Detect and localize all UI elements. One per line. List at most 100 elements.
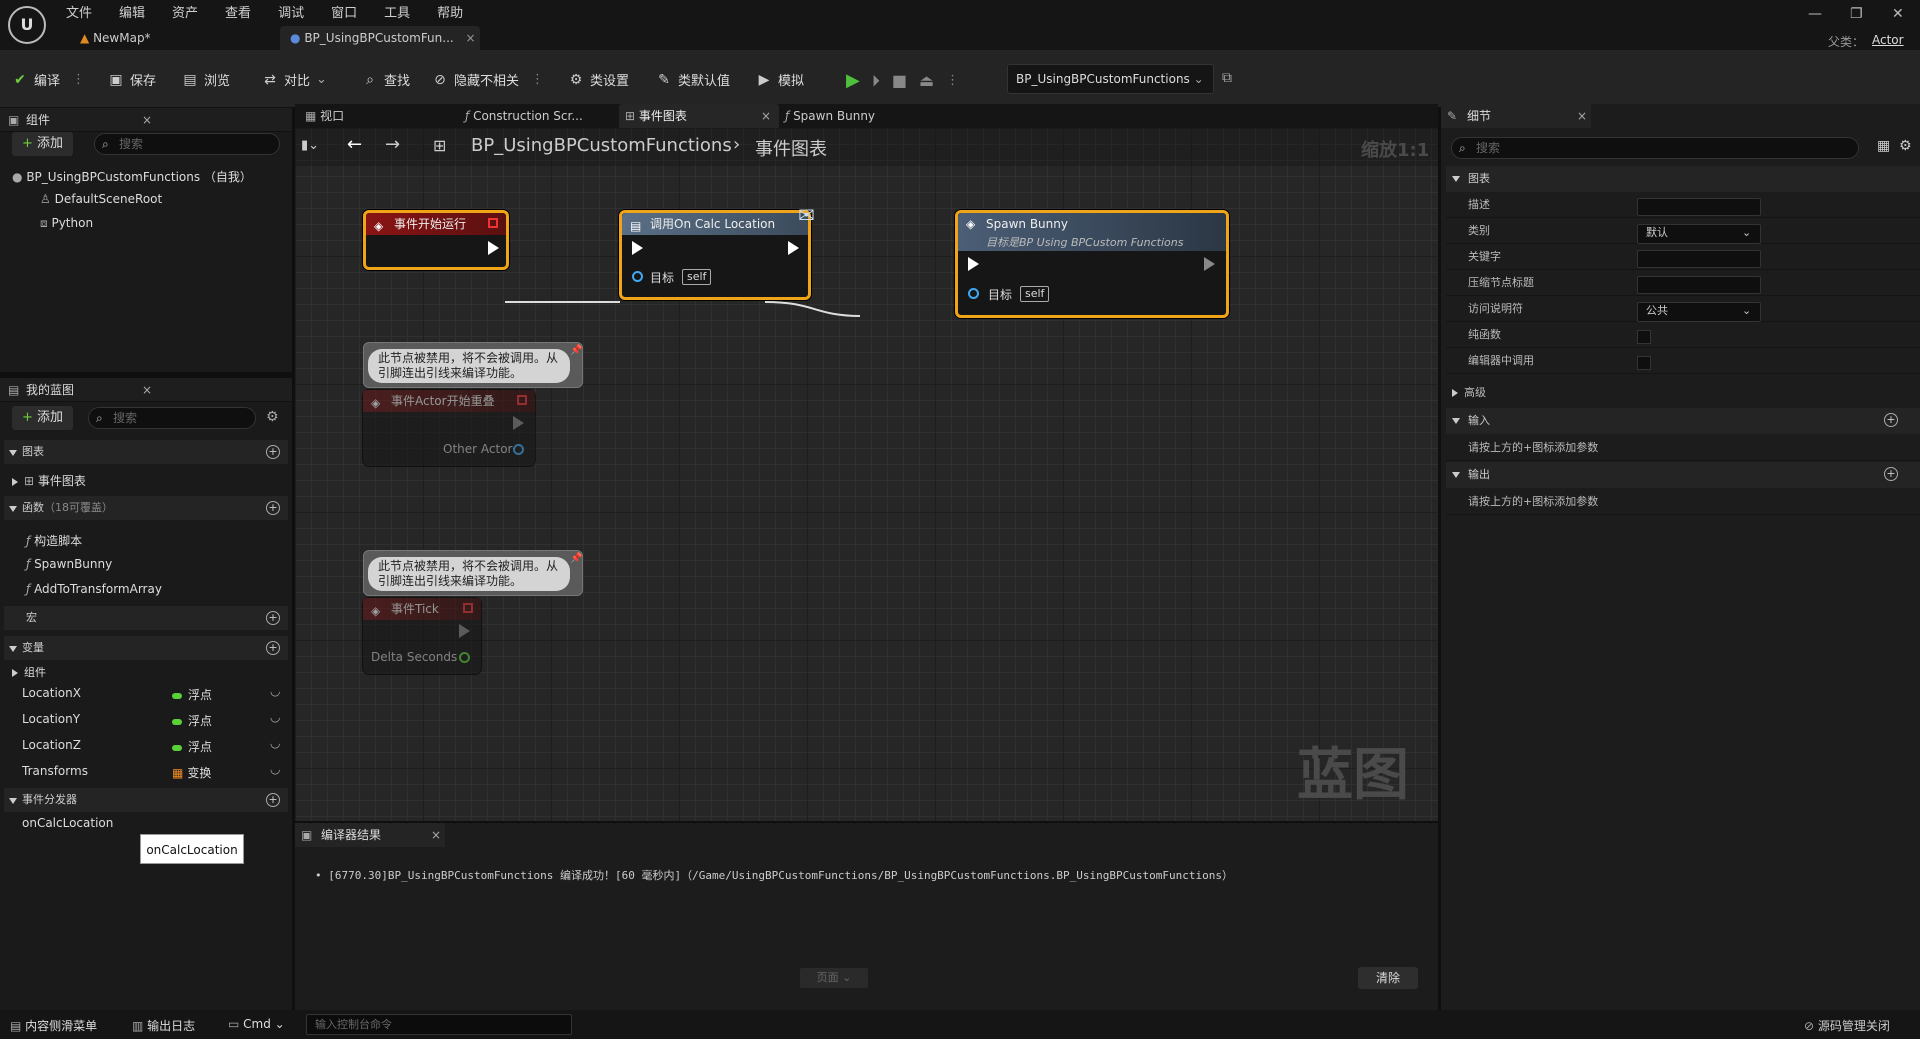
compact-title-input[interactable] xyxy=(1637,276,1761,294)
close-icon[interactable]: × xyxy=(761,104,771,128)
self-value[interactable]: self xyxy=(1020,286,1050,302)
stop-icon[interactable]: ■ xyxy=(892,71,907,90)
details-section-advanced[interactable]: 高级 xyxy=(1446,380,1920,406)
settings-gear-icon[interactable]: ⚙ xyxy=(1899,138,1912,154)
category-select[interactable]: 默认 ⌄ xyxy=(1637,224,1761,244)
details-search-input[interactable]: ⌕ 搜索 xyxy=(1451,137,1859,159)
node-spawn-bunny[interactable]: ◈ Spawn Bunny 目标是BP Using BPCustom Functio… xyxy=(955,210,1229,318)
pin-icon[interactable]: 📌 xyxy=(570,553,582,564)
menu-file[interactable]: 文件 xyxy=(66,2,92,21)
menu-help[interactable]: 帮助 xyxy=(437,2,463,21)
diff-button[interactable]: ⇄ 对比 ⌄ xyxy=(262,70,327,90)
debug-object-select[interactable]: BP_UsingBPCustomFunctions ⌄ xyxy=(1007,64,1214,94)
unreal-logo-icon[interactable]: U xyxy=(8,6,46,44)
restore-icon[interactable]: ❐ xyxy=(1850,6,1863,22)
more-icon[interactable]: ⋮ xyxy=(72,72,85,87)
eject-icon[interactable]: ⏏ xyxy=(919,71,934,90)
variable-type[interactable]: ▦ 变换 xyxy=(172,764,211,781)
section-graphs[interactable]: 图表 + xyxy=(4,440,288,464)
more-icon[interactable]: ⋮ xyxy=(531,72,544,87)
close-icon[interactable]: × xyxy=(1577,104,1587,128)
settings-gear-icon[interactable]: ⚙ xyxy=(266,409,279,425)
cmd-dropdown[interactable]: ▭ Cmd ⌄ xyxy=(228,1017,285,1031)
graph-item-event-graph[interactable]: ⊞ 事件图表 xyxy=(12,472,86,489)
menu-window[interactable]: 窗口 xyxy=(331,2,357,21)
variable-type[interactable]: 浮点 xyxy=(172,738,212,755)
function-item[interactable]: ƒ 构造脚本 xyxy=(26,532,82,549)
variable-type[interactable]: 浮点 xyxy=(172,712,212,729)
add-macro-icon[interactable]: + xyxy=(266,611,280,625)
node-event-begin-play[interactable]: ◈ 事件开始运行 xyxy=(363,210,509,270)
section-event-dispatchers[interactable]: 事件分发器 + xyxy=(4,788,288,812)
browse-button[interactable]: ▤ 浏览 xyxy=(182,70,230,90)
delta-seconds-pin[interactable] xyxy=(459,652,470,663)
exec-out-pin[interactable] xyxy=(459,624,470,638)
event-graph-canvas[interactable]: ▮⌄ ← → ⊞ BP_UsingBPCustomFunctions › 事件图… xyxy=(295,128,1438,821)
tab-viewport[interactable]: ▦ 视口 xyxy=(299,104,459,128)
clear-button[interactable]: 清除 xyxy=(1358,967,1418,989)
add-graph-icon[interactable]: + xyxy=(266,445,280,459)
close-icon[interactable]: × xyxy=(466,31,476,45)
visibility-eye-icon[interactable]: ◡ xyxy=(270,736,280,750)
hide-unrelated-button[interactable]: ⊘ 隐藏不相关 ⋮ xyxy=(432,70,544,90)
tab-spawn-bunny[interactable]: ƒ Spawn Bunny xyxy=(779,104,939,128)
add-dispatcher-icon[interactable]: + xyxy=(266,793,280,807)
page-dropdown[interactable]: 页面 ⌄ xyxy=(800,968,868,988)
details-section-graph[interactable]: 图表 xyxy=(1446,166,1920,192)
keywords-input[interactable] xyxy=(1637,250,1761,268)
target-pin[interactable] xyxy=(632,271,643,282)
save-button[interactable]: ▣ 保存 xyxy=(108,70,156,90)
my-blueprint-search-input[interactable]: ⌕ 搜索 xyxy=(88,407,256,429)
pin-icon[interactable]: 📌 xyxy=(570,345,582,356)
exec-out-pin[interactable] xyxy=(513,416,524,430)
console-command-input[interactable]: 输入控制台命令 xyxy=(306,1014,572,1035)
add-function-icon[interactable]: + xyxy=(266,501,280,515)
more-icon[interactable]: ⋮ xyxy=(946,73,959,88)
close-icon[interactable]: × xyxy=(142,378,152,402)
menu-debug[interactable]: 调试 xyxy=(278,2,304,21)
table-view-icon[interactable]: ▦ xyxy=(1877,138,1890,154)
node-event-actor-begin-overlap[interactable]: ◈ 事件Actor开始重叠 Other Actor xyxy=(363,390,535,466)
section-variables[interactable]: 变量 + xyxy=(4,636,288,660)
doc-tab-newmap[interactable]: ▲ NewMap* xyxy=(70,26,270,50)
exec-in-pin[interactable] xyxy=(632,241,643,255)
menu-tools[interactable]: 工具 xyxy=(384,2,410,21)
close-icon[interactable]: × xyxy=(142,108,152,132)
components-search-input[interactable]: ⌕ 搜索 xyxy=(94,133,280,155)
section-macros[interactable]: 宏 + xyxy=(4,606,288,630)
component-item[interactable]: ♙ DefaultSceneRoot xyxy=(40,192,162,206)
menu-asset[interactable]: 资产 xyxy=(172,2,198,21)
visibility-eye-icon[interactable]: ◡ xyxy=(270,710,280,724)
other-actor-pin[interactable] xyxy=(513,444,524,455)
add-output-icon[interactable]: + xyxy=(1884,467,1898,481)
details-section-outputs[interactable]: 输出 + xyxy=(1446,462,1920,488)
function-item[interactable]: ƒ SpawnBunny xyxy=(26,557,112,571)
add-variable-icon[interactable]: + xyxy=(266,641,280,655)
source-control-status[interactable]: ⊘ 源码管理关闭 xyxy=(1804,1017,1890,1034)
class-defaults-button[interactable]: ✎ 类默认值 xyxy=(656,70,730,90)
menu-edit[interactable]: 编辑 xyxy=(119,2,145,21)
node-call-on-calc-location[interactable]: ▤ 调用On Calc Location ✉ 目标 self xyxy=(619,203,815,300)
add-member-button[interactable]: + 添加 xyxy=(12,406,74,430)
description-input[interactable] xyxy=(1637,198,1761,216)
visibility-eye-icon[interactable]: ◡ xyxy=(270,762,280,776)
content-drawer-button[interactable]: ▤ 内容侧滑菜单 xyxy=(10,1017,97,1034)
tab-event-graph[interactable]: ⊞ 事件图表 × xyxy=(619,104,779,128)
pure-checkbox[interactable] xyxy=(1637,330,1651,344)
compiler-results-tab[interactable]: ▣ 编译器结果 × xyxy=(295,823,445,847)
access-specifier-select[interactable]: 公共 ⌄ xyxy=(1637,302,1761,322)
menu-view[interactable]: 查看 xyxy=(225,2,251,21)
add-component-button[interactable]: + 添加 xyxy=(12,132,74,156)
component-root[interactable]: ● BP_UsingBPCustomFunctions （自我） xyxy=(12,168,252,185)
close-window-icon[interactable]: ✕ xyxy=(1892,6,1904,22)
debug-filter-icon[interactable]: ⧉ xyxy=(1222,70,1232,86)
exec-out-pin[interactable] xyxy=(488,241,499,255)
exec-out-pin[interactable] xyxy=(1204,257,1215,271)
tab-construction-script[interactable]: ƒ Construction Scr... xyxy=(459,104,619,128)
parent-class-link[interactable]: Actor xyxy=(1872,33,1904,47)
minimize-icon[interactable]: — xyxy=(1808,6,1822,22)
add-input-icon[interactable]: + xyxy=(1884,413,1898,427)
doc-tab-blueprint[interactable]: ● BP_UsingBPCustomFun... × xyxy=(280,26,480,50)
details-tab[interactable]: ✎ 细节 × xyxy=(1441,104,1591,128)
close-icon[interactable]: × xyxy=(431,823,441,847)
